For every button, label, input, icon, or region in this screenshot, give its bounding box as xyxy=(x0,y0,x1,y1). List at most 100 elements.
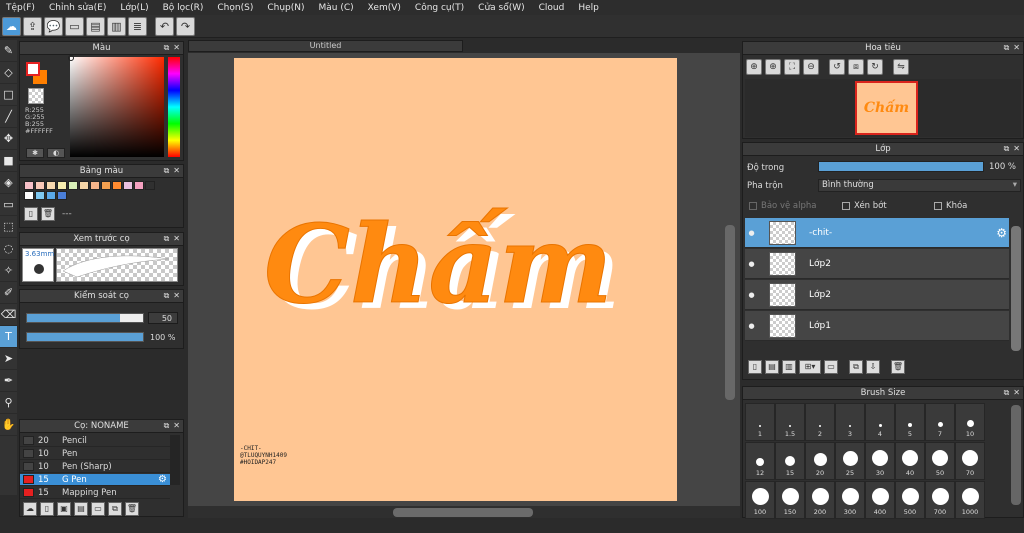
new-layer-icon[interactable]: ▯ xyxy=(748,360,762,374)
brush-item[interactable]: 10 Pen (Sharp) xyxy=(20,461,170,473)
float-icon[interactable]: ⧉ xyxy=(164,234,170,244)
checkbox-box[interactable] xyxy=(842,202,850,210)
select-tool-icon[interactable]: ⬚ xyxy=(0,216,17,238)
palette-swatch[interactable] xyxy=(35,191,45,200)
comment-icon[interactable]: 💬 xyxy=(44,16,63,36)
hue-slider[interactable] xyxy=(168,57,180,157)
zoom-out-icon[interactable]: ⊖ xyxy=(803,59,819,75)
menu-item[interactable]: Chọn(S) xyxy=(211,3,261,13)
brush-item[interactable]: 15 G Pen ⚙ xyxy=(20,474,170,486)
canvas-area[interactable]: Chấm Chấm -CHIT- @TLUQUYNH1409 #HOIDAP24… xyxy=(188,53,740,506)
color-swap-button[interactable]: ◐ xyxy=(47,148,65,158)
transparent-color-swatch[interactable] xyxy=(28,88,44,104)
visibility-icon[interactable]: ● xyxy=(745,291,758,299)
brush-size-cell[interactable]: 5 xyxy=(895,403,925,441)
brush-settings-icon[interactable]: ▤ xyxy=(74,502,88,516)
rectangle-tool-icon[interactable]: □ xyxy=(0,84,17,106)
delete-palette-icon[interactable]: 🗑 xyxy=(41,207,55,221)
reset-view-icon[interactable]: ⧈ xyxy=(848,59,864,75)
menu-item[interactable]: Cloud xyxy=(533,3,573,13)
brush-size-cell[interactable]: 1.5 xyxy=(775,403,805,441)
move-tool-icon[interactable]: ✥ xyxy=(0,128,17,150)
canvas-vertical-scrollbar[interactable] xyxy=(725,225,735,400)
float-icon[interactable]: ⧉ xyxy=(1004,144,1010,154)
fit-window-icon[interactable]: ⛶ xyxy=(784,59,800,75)
brush-copy-icon[interactable]: ⧉ xyxy=(108,502,122,516)
layer-row[interactable]: ● Lớp2 xyxy=(745,280,1009,310)
navigator-thumbnail[interactable]: Chấm xyxy=(855,81,918,135)
brush-size-cell[interactable]: 12 xyxy=(745,442,775,480)
visibility-icon[interactable]: ● xyxy=(745,229,758,237)
brush-size-cell[interactable]: 7 xyxy=(925,403,955,441)
close-icon[interactable]: ✕ xyxy=(1013,43,1020,53)
new-palette-icon[interactable]: ▯ xyxy=(24,207,38,221)
brush-size-cell[interactable]: 150 xyxy=(775,481,805,519)
menu-item[interactable]: Cửa sổ(W) xyxy=(472,3,532,13)
menu-item[interactable]: Lớp(L) xyxy=(114,3,156,13)
brush-size-value[interactable]: 50 xyxy=(148,312,178,324)
menu-item[interactable]: Màu (C) xyxy=(313,3,362,13)
drawing-canvas[interactable]: Chấm Chấm -CHIT- @TLUQUYNH1409 #HOIDAP24… xyxy=(234,58,677,501)
file-list-icon[interactable]: ≣ xyxy=(128,16,147,36)
brush-size-cell[interactable]: 50 xyxy=(925,442,955,480)
palette-swatch[interactable] xyxy=(123,181,133,190)
menu-item[interactable]: Chụp(N) xyxy=(261,3,312,13)
menu-item[interactable]: Chỉnh sửa(E) xyxy=(43,3,114,13)
brush-tool-icon[interactable]: ✎ xyxy=(0,40,17,62)
float-icon[interactable]: ⧉ xyxy=(164,166,170,176)
float-icon[interactable]: ⧉ xyxy=(164,291,170,301)
color-picker-cursor[interactable] xyxy=(68,55,74,61)
palette-swatch[interactable] xyxy=(46,181,56,190)
hand-tool-icon[interactable]: ✋ xyxy=(0,414,17,436)
lasso-tool-icon[interactable]: ◌ xyxy=(0,238,17,260)
layer-row[interactable]: ● Lớp2 xyxy=(745,249,1009,279)
menu-item[interactable]: Help xyxy=(572,3,607,13)
visibility-icon[interactable]: ● xyxy=(745,322,758,330)
brush-item[interactable]: 20 Pencil xyxy=(20,435,170,447)
palette-swatch[interactable] xyxy=(24,181,34,190)
wand-tool-icon[interactable]: ⚲ xyxy=(0,392,17,414)
cloud-icon[interactable]: ☁ xyxy=(2,16,21,36)
brush-size-cell[interactable]: 2 xyxy=(805,403,835,441)
brush-size-cell[interactable]: 25 xyxy=(835,442,865,480)
select-pen-tool-icon[interactable]: ✐ xyxy=(0,282,17,304)
brush-size-cell[interactable]: 40 xyxy=(895,442,925,480)
brush-opacity-slider[interactable] xyxy=(26,332,144,342)
zoom-in-icon[interactable]: ⊕ xyxy=(746,59,762,75)
close-icon[interactable]: ✕ xyxy=(173,234,180,244)
chat-icon[interactable]: ▭ xyxy=(65,16,84,36)
share-icon[interactable]: ⇪ xyxy=(23,16,42,36)
brush-size-cell[interactable]: 3 xyxy=(835,403,865,441)
brush-size-cell[interactable]: 500 xyxy=(895,481,925,519)
close-icon[interactable]: ✕ xyxy=(173,43,180,53)
close-icon[interactable]: ✕ xyxy=(173,421,180,431)
canvas-horizontal-scrollbar[interactable] xyxy=(393,508,533,517)
layer-row[interactable]: ● Lớp1 xyxy=(745,311,1009,341)
layer-folder-icon[interactable]: ▭ xyxy=(824,360,838,374)
select-eraser-tool-icon[interactable]: ⌫ xyxy=(0,304,17,326)
new-brush-icon[interactable]: ▯ xyxy=(40,502,54,516)
eraser-tool-icon[interactable]: ◇ xyxy=(0,62,17,84)
document-tab[interactable]: Untitled xyxy=(188,40,463,52)
brush-folder-icon[interactable]: ▭ xyxy=(91,502,105,516)
brush-size-cell[interactable]: 700 xyxy=(925,481,955,519)
delete-layer-icon[interactable]: 🗑 xyxy=(891,360,905,374)
new-halftone-layer-icon[interactable]: ▤ xyxy=(765,360,779,374)
gear-icon[interactable]: ⚙ xyxy=(158,474,167,485)
palette-swatch[interactable] xyxy=(35,181,45,190)
bucket-tool-icon[interactable]: ◈ xyxy=(0,172,17,194)
brush-size-cell[interactable]: 70 xyxy=(955,442,985,480)
pen-tool-icon[interactable]: ╱ xyxy=(0,106,17,128)
checkbox-box[interactable] xyxy=(749,202,757,210)
document-icon[interactable]: ▤ xyxy=(86,16,105,36)
close-icon[interactable]: ✕ xyxy=(173,291,180,301)
magic-wand-tool-icon[interactable]: ✧ xyxy=(0,260,17,282)
clipping-checkbox[interactable]: Xén bớt xyxy=(842,201,887,211)
redo-icon[interactable]: ↷ xyxy=(176,16,195,36)
brush-size-cell[interactable]: 1 xyxy=(745,403,775,441)
color-settings-button[interactable]: ✱ xyxy=(26,148,44,158)
undo-icon[interactable]: ↶ xyxy=(155,16,174,36)
visibility-icon[interactable]: ● xyxy=(745,260,758,268)
fill-rect-tool-icon[interactable]: ■ xyxy=(0,150,17,172)
brush-size-cell[interactable]: 400 xyxy=(865,481,895,519)
